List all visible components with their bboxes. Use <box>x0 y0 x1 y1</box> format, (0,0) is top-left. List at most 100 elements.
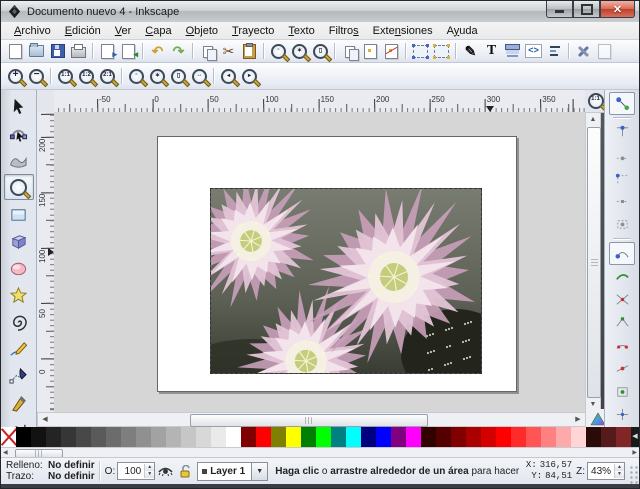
tool-box-3d[interactable] <box>4 228 34 254</box>
menu-archivo[interactable]: Archivo <box>7 24 58 38</box>
opacity-up-icon[interactable]: ▲ <box>145 464 154 471</box>
tool-rectangle[interactable] <box>4 201 34 227</box>
palette-swatch[interactable] <box>526 427 541 447</box>
paste-button[interactable] <box>239 41 260 61</box>
opacity-down-icon[interactable]: ▼ <box>145 471 154 478</box>
palette-swatch[interactable] <box>256 427 271 447</box>
unlink-clone-button[interactable] <box>381 41 402 61</box>
opacity-spinbox[interactable]: 100 ▲▼ <box>117 462 155 480</box>
window-resize-grip[interactable] <box>628 466 638 484</box>
maximize-button[interactable] <box>573 1 600 18</box>
palette-swatch[interactable] <box>571 427 586 447</box>
palette-swatch[interactable] <box>436 427 451 447</box>
cut-button[interactable]: ✂ <box>218 41 239 61</box>
tool-calligraphy[interactable] <box>4 390 34 416</box>
tool-node-editor[interactable] <box>4 120 34 146</box>
fill-stroke-dialog-button[interactable]: ✎ <box>460 41 481 61</box>
titlebar[interactable]: Documento nuevo 4 - Inkscape ✕ <box>1 1 639 23</box>
snap-bounding-box-button[interactable] <box>609 121 635 144</box>
palette-swatch[interactable] <box>181 427 196 447</box>
open-document-button[interactable] <box>26 41 47 61</box>
current-layer-selector[interactable]: Layer 1 ▼ <box>197 462 268 481</box>
palette-swatch[interactable] <box>166 427 181 447</box>
zoom-up-icon[interactable]: ▲ <box>615 464 624 471</box>
layer-lock-toggle[interactable] <box>179 465 191 478</box>
snap-bbox-centers-button[interactable] <box>609 213 635 236</box>
palette-swatch[interactable] <box>601 427 616 447</box>
snap-nodes-button[interactable] <box>609 242 635 265</box>
palette-swatch[interactable] <box>406 427 421 447</box>
group-button[interactable] <box>410 41 431 61</box>
menu-capa[interactable]: Capa <box>138 24 178 38</box>
canvas[interactable] <box>54 112 585 412</box>
zoom-page-button[interactable]: ▯ <box>168 66 189 86</box>
palette-swatch[interactable] <box>301 427 316 447</box>
layers-dialog-button[interactable] <box>502 41 523 61</box>
palette-swatch[interactable] <box>121 427 136 447</box>
export-button[interactable]: ◂ <box>118 41 139 61</box>
zoom-1-1-button[interactable]: 1:1 <box>55 66 76 86</box>
snap-rotation-centers-button[interactable] <box>609 403 635 426</box>
zoom-page-width-button[interactable]: ↔ <box>189 66 210 86</box>
palette-swatch[interactable] <box>91 427 106 447</box>
selected-image-cactus-flowers[interactable] <box>210 188 482 374</box>
inkscape-preferences-button[interactable] <box>573 41 594 61</box>
ungroup-button[interactable] <box>431 41 452 61</box>
menu-extensiones[interactable]: Extensiones <box>366 24 440 38</box>
menu-filtros[interactable]: Filtros <box>322 24 366 38</box>
horizontal-ruler[interactable]: -50050100150200250300350 <box>54 90 585 113</box>
snap-bbox-edge-midpoints-button[interactable] <box>609 190 635 213</box>
palette-swatch[interactable] <box>466 427 481 447</box>
palette-swatch[interactable] <box>151 427 166 447</box>
palette-swatch[interactable] <box>586 427 601 447</box>
palette-swatch[interactable] <box>271 427 286 447</box>
import-button[interactable]: ▸ <box>97 41 118 61</box>
print-button[interactable] <box>68 41 89 61</box>
save-document-button[interactable] <box>47 41 68 61</box>
undo-button[interactable]: ↶ <box>147 41 168 61</box>
zoom-out-button[interactable]: − <box>26 66 47 86</box>
redo-button[interactable]: ↷ <box>168 41 189 61</box>
minimize-button[interactable] <box>546 1 573 18</box>
zoom-previous-button[interactable]: ◂ <box>218 66 239 86</box>
palette-scroll-right-icon[interactable]: ▶ <box>632 449 637 456</box>
tool-ellipse[interactable] <box>4 255 34 281</box>
zoom-spinbox[interactable]: 43% ▲▼ <box>587 462 625 480</box>
snap-bbox-corners-button[interactable] <box>609 167 635 190</box>
palette-swatch[interactable] <box>286 427 301 447</box>
horizontal-scrollbar[interactable]: ◀ ||| ▶ <box>37 412 586 427</box>
xml-editor-button[interactable]: <> <box>523 41 544 61</box>
snap-line-midpoints-button[interactable] <box>609 357 635 380</box>
tool-star[interactable] <box>4 282 34 308</box>
palette-swatch[interactable] <box>496 427 511 447</box>
palette-swatch[interactable] <box>391 427 406 447</box>
palette-swatch[interactable] <box>616 427 631 447</box>
palette-overflow-icon[interactable]: ◀ <box>631 427 639 447</box>
palette-swatch[interactable] <box>361 427 376 447</box>
palette-swatch[interactable] <box>451 427 466 447</box>
layer-dropdown-icon[interactable]: ▼ <box>251 463 267 480</box>
palette-swatch[interactable] <box>346 427 361 447</box>
tool-spiral[interactable] <box>4 309 34 335</box>
scroll-left-icon[interactable]: ◀ <box>38 413 52 426</box>
menu-edicion[interactable]: Edición <box>58 24 108 38</box>
palette-swatch[interactable] <box>421 427 436 447</box>
close-button[interactable]: ✕ <box>600 1 635 18</box>
palette-swatch[interactable] <box>541 427 556 447</box>
align-dialog-button[interactable] <box>544 41 565 61</box>
palette-swatch[interactable] <box>511 427 526 447</box>
create-clone-button[interactable] <box>360 41 381 61</box>
duplicate-button[interactable] <box>339 41 360 61</box>
palette-swatch[interactable] <box>481 427 496 447</box>
zoom-in-button[interactable]: + <box>5 66 26 86</box>
palette-swatch[interactable] <box>136 427 151 447</box>
zoom-to-selection-button[interactable]: ▫ <box>268 41 289 61</box>
layer-visibility-toggle[interactable] <box>158 465 173 477</box>
palette-swatch[interactable] <box>331 427 346 447</box>
palette-swatch[interactable] <box>226 427 241 447</box>
zoom-drawing-button[interactable]: ✶ <box>147 66 168 86</box>
tool-pencil[interactable] <box>4 336 34 362</box>
vertical-ruler[interactable]: 200150100500 <box>37 112 55 412</box>
tool-selector[interactable] <box>4 93 34 119</box>
palette-swatch[interactable] <box>316 427 331 447</box>
